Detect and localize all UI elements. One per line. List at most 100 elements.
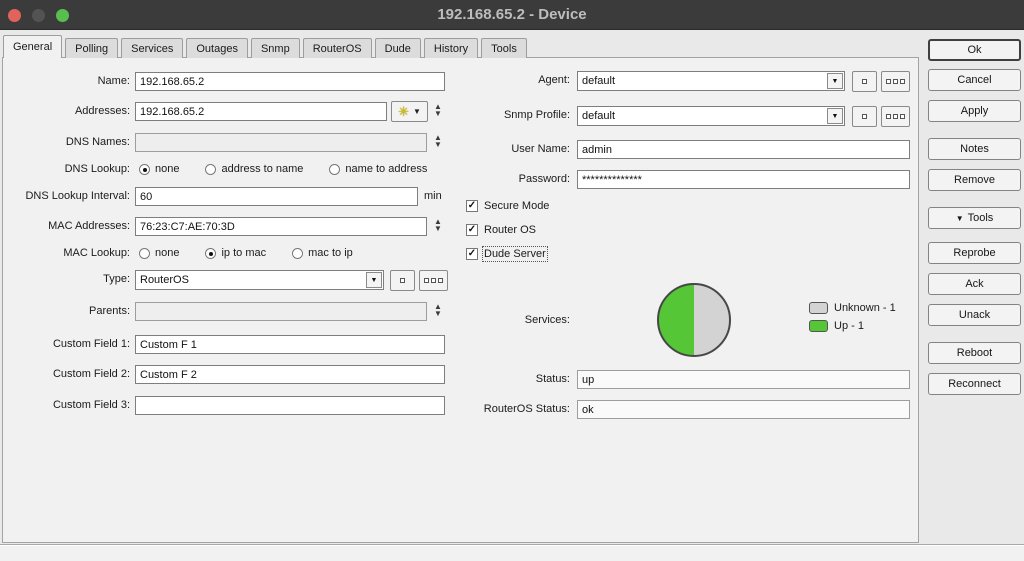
- dns-names-input[interactable]: [135, 133, 427, 152]
- agent-list-button[interactable]: [881, 71, 910, 92]
- mac-lookup-option-none[interactable]: none: [139, 247, 179, 259]
- dns-lookup-option-address-to-name[interactable]: address to name: [205, 163, 303, 175]
- dns-lookup-interval-input[interactable]: [135, 187, 418, 206]
- reconnect-button[interactable]: Reconnect: [928, 373, 1021, 395]
- parents-input[interactable]: [135, 302, 427, 321]
- legend-swatch-up: [809, 320, 828, 332]
- cancel-button[interactable]: Cancel: [928, 69, 1021, 91]
- remove-button[interactable]: Remove: [928, 169, 1021, 191]
- addresses-label: Addresses:: [74, 105, 130, 117]
- snmp-profile-dropdown[interactable]: default ▼: [577, 106, 845, 126]
- password-label: Password:: [518, 173, 570, 185]
- tab-bar: General Polling Services Outages Snmp Ro…: [3, 35, 530, 58]
- ack-button[interactable]: Ack: [928, 273, 1021, 295]
- snmp-profile-list-button[interactable]: [881, 106, 910, 127]
- tab-history[interactable]: History: [423, 38, 479, 58]
- agent-label: Agent:: [538, 74, 570, 86]
- reboot-button[interactable]: Reboot: [928, 342, 1021, 364]
- square-icon: [438, 278, 443, 283]
- router-os-checkbox-row[interactable]: ✓ Router OS: [466, 224, 536, 236]
- general-tab-panel: [2, 57, 919, 543]
- name-label: Name:: [97, 75, 130, 87]
- tab-outages[interactable]: Outages: [186, 38, 248, 58]
- dns-lookup-option-name-to-address[interactable]: name to address: [329, 163, 427, 175]
- tab-tools[interactable]: Tools: [481, 38, 527, 58]
- mac-addresses-label: MAC Addresses:: [48, 220, 130, 232]
- type-list-button[interactable]: [419, 270, 448, 291]
- tab-polling[interactable]: Polling: [65, 38, 119, 58]
- chevron-down-icon: ▼: [412, 107, 421, 116]
- dude-server-checkbox-row[interactable]: ✓ Dude Server: [466, 246, 548, 262]
- tab-dude[interactable]: Dude: [374, 38, 421, 58]
- legend-label-unknown: Unknown - 1: [834, 302, 896, 314]
- radio-label: none: [155, 163, 180, 175]
- status-label: Status:: [535, 373, 570, 385]
- radio-label: mac to ip: [308, 247, 353, 259]
- square-icon: [900, 79, 905, 84]
- gear-icon: ✳: [398, 104, 409, 119]
- radio-icon: [139, 247, 150, 259]
- checkbox-icon: ✓: [466, 200, 478, 212]
- square-icon: [886, 114, 891, 119]
- tools-button[interactable]: ▼ Tools: [928, 207, 1021, 229]
- routeros-status-value: [577, 400, 910, 419]
- radio-icon: [205, 163, 217, 175]
- dns-lookup-label: DNS Lookup:: [64, 163, 130, 175]
- dns-names-label: DNS Names:: [65, 136, 130, 148]
- type-label: Type:: [103, 273, 130, 285]
- checkbox-label: Router OS: [484, 224, 536, 236]
- snmp-profile-edit-button[interactable]: [852, 106, 877, 127]
- bottom-strip: [0, 546, 1024, 561]
- reprobe-button[interactable]: Reprobe: [928, 242, 1021, 264]
- agent-edit-button[interactable]: [852, 71, 877, 92]
- dns-lookup-option-none[interactable]: none: [139, 163, 179, 175]
- snmp-profile-label: Snmp Profile:: [503, 109, 570, 121]
- mac-lookup-option-mac-to-ip[interactable]: mac to ip: [292, 247, 353, 259]
- device-dialog-window: 192.168.65.2 - Device General Polling Se…: [0, 0, 1024, 561]
- tab-snmp[interactable]: Snmp: [250, 38, 300, 58]
- custom-field-3-input[interactable]: [135, 396, 445, 415]
- unack-button[interactable]: Unack: [928, 304, 1021, 326]
- mac-lookup-option-ip-to-mac[interactable]: ip to mac: [205, 247, 266, 259]
- checkbox-label: Secure Mode: [484, 200, 550, 212]
- user-name-input[interactable]: [577, 140, 910, 159]
- addresses-resolve-button[interactable]: ✳ ▼: [391, 101, 428, 122]
- radio-icon: [329, 163, 341, 175]
- tab-services[interactable]: Services: [121, 38, 184, 58]
- checkbox-label: Dude Server: [482, 246, 548, 262]
- dns-lookup-radio-group: none address to name name to address: [139, 163, 427, 175]
- mac-addresses-input[interactable]: [135, 217, 427, 236]
- ok-button[interactable]: Ok: [928, 39, 1021, 61]
- user-name-label: User Name:: [511, 143, 570, 155]
- password-input[interactable]: [577, 170, 910, 189]
- chevron-down-icon: ▼: [366, 272, 382, 288]
- notes-button[interactable]: Notes: [928, 138, 1021, 160]
- radio-icon: [139, 163, 150, 175]
- radio-icon: [205, 247, 217, 259]
- custom-field-3-label: Custom Field 3:: [52, 399, 130, 411]
- square-icon: [400, 278, 405, 283]
- snmp-profile-dropdown-value: default: [582, 110, 616, 122]
- services-label: Services:: [524, 314, 570, 326]
- radio-icon: [292, 247, 304, 259]
- type-edit-button[interactable]: [390, 270, 415, 291]
- radio-label: ip to mac: [221, 247, 267, 259]
- tab-routeros[interactable]: RouterOS: [302, 38, 372, 58]
- agent-dropdown[interactable]: default ▼: [577, 71, 845, 91]
- mac-addresses-spinner[interactable]: ▲ ▼: [431, 218, 445, 233]
- tab-general[interactable]: General: [3, 35, 63, 58]
- custom-field-2-input[interactable]: [135, 365, 445, 384]
- chevron-down-icon: ▼: [955, 213, 964, 223]
- secure-mode-checkbox-row[interactable]: ✓ Secure Mode: [466, 200, 549, 212]
- custom-field-1-label: Custom Field 1:: [52, 338, 130, 350]
- radio-label: none: [155, 247, 180, 259]
- square-icon: [424, 278, 429, 283]
- square-icon: [893, 114, 898, 119]
- dns-lookup-interval-unit: min: [424, 190, 442, 202]
- square-icon: [862, 79, 867, 84]
- custom-field-1-input[interactable]: [135, 335, 445, 354]
- apply-button[interactable]: Apply: [928, 100, 1021, 122]
- type-dropdown[interactable]: RouterOS ▼: [135, 270, 384, 290]
- addresses-input[interactable]: [135, 102, 387, 121]
- name-input[interactable]: [135, 72, 445, 91]
